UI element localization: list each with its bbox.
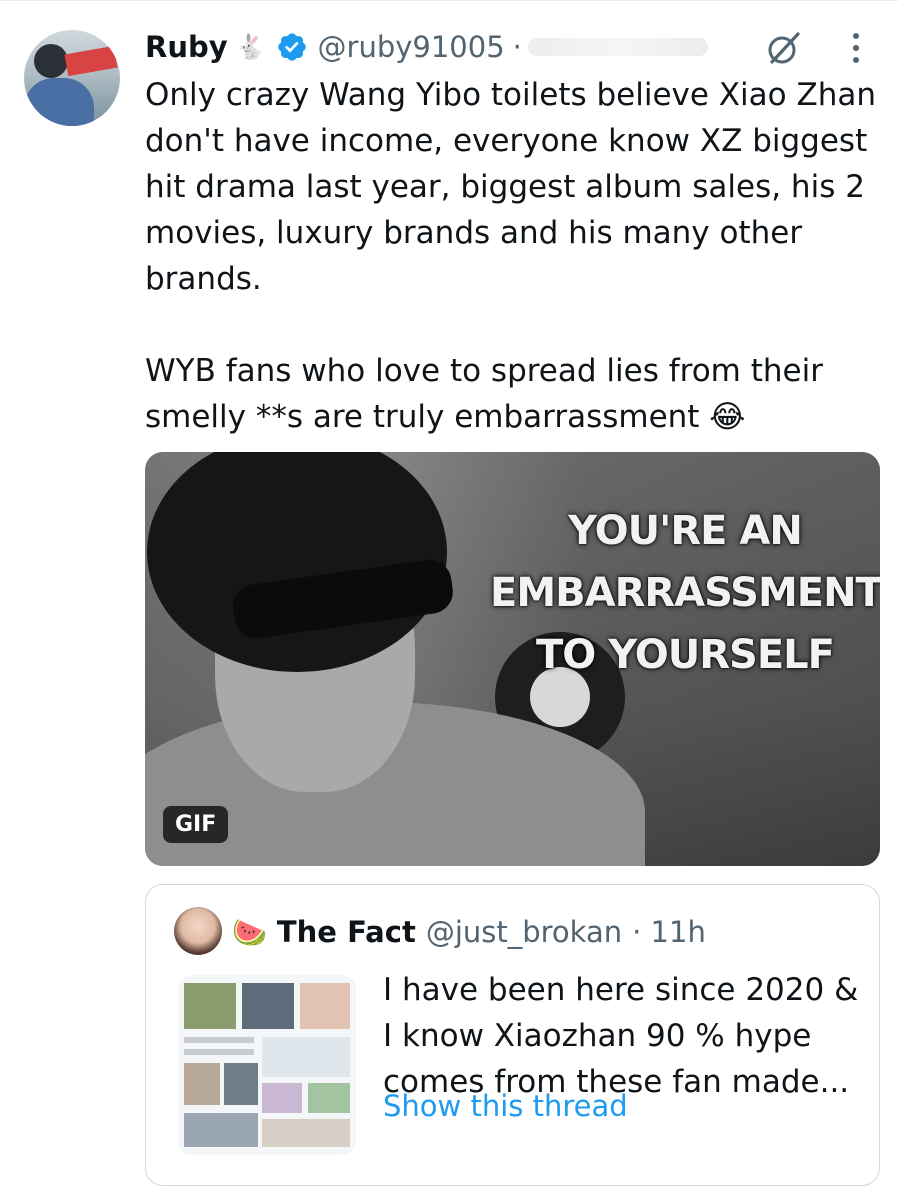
avatar-figure-body [24,78,94,126]
verified-badge-icon[interactable] [276,31,308,63]
show-thread-link[interactable]: Show this thread [383,1089,628,1123]
gif-caption-line: YOU'RE AN [568,508,803,554]
quoted-tweet[interactable]: 🍉 The Fact @just_brokan · 11h I have bee… [145,884,880,1186]
more-options-icon[interactable] [844,26,868,70]
gif-caption: YOU'RE AN EMBARRASSMENT TO YOURSELF [490,500,880,686]
grok-icon[interactable] [764,28,804,68]
tweet-gif[interactable]: YOU'RE AN EMBARRASSMENT TO YOURSELF GIF [145,452,880,866]
header-separator: · [512,30,522,64]
author-name[interactable]: Ruby [145,30,228,64]
tweet-paragraph: Only crazy Wang Yibo toilets believe Xia… [145,77,876,297]
tweet-header: Ruby 🐇 @ruby91005 · [145,22,708,72]
quoted-author-handle[interactable]: @just_brokan [426,915,622,949]
quoted-author-emoji: 🍉 [232,915,267,949]
quoted-tweet-header: 🍉 The Fact @just_brokan · 11h [232,905,706,959]
tweet-body: Only crazy Wang Yibo toilets believe Xia… [145,72,885,440]
avatar-figure-head [34,44,68,78]
gif-caption-line: TO YOURSELF [536,632,835,678]
quoted-tweet-time[interactable]: · 11h [632,915,706,949]
gif-badge: GIF [163,806,229,843]
author-avatar[interactable] [24,30,120,126]
quoted-tweet-thumbnail[interactable] [178,975,356,1155]
top-divider [0,0,898,1]
quoted-author-avatar[interactable] [174,907,222,955]
quoted-author-name[interactable]: The Fact [277,915,416,949]
author-emoji: 🐇 [235,33,266,61]
author-handle[interactable]: @ruby91005 [318,30,505,64]
gif-caption-line: EMBARRASSMENT [490,570,880,616]
tweet-paragraph: WYB fans who love to spread lies from th… [145,353,823,435]
timestamp-obscured [527,38,708,56]
avatar-red-sign [64,45,118,77]
quoted-tweet-text: I have been here since 2020 & I know Xia… [383,972,859,1100]
